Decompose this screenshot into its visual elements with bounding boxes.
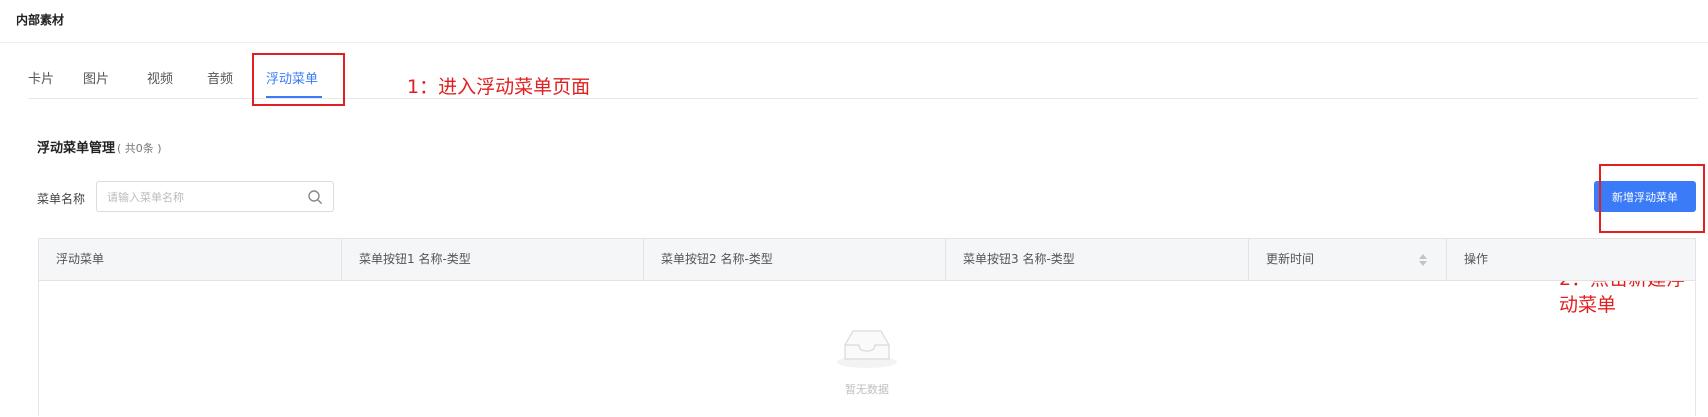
page-title: 内部素材 bbox=[16, 13, 65, 27]
section-title: 浮动菜单管理( 共0条 ) bbox=[37, 137, 162, 156]
column-button3: 菜单按钮3 名称-类型 bbox=[946, 239, 1249, 280]
tab-image[interactable]: 图片 bbox=[83, 68, 109, 87]
tab-video[interactable]: 视频 bbox=[147, 68, 173, 87]
sort-icon[interactable] bbox=[1418, 252, 1428, 268]
empty-text: 暂无数据 bbox=[845, 383, 889, 396]
table-header: 浮动菜单 菜单按钮1 名称-类型 菜单按钮2 名称-类型 菜单按钮3 名称-类型… bbox=[39, 239, 1695, 281]
section-title-text: 浮动菜单管理 bbox=[37, 141, 116, 156]
empty-inbox-icon bbox=[837, 330, 897, 368]
menu-name-label: 菜单名称 bbox=[37, 192, 86, 206]
column-floating-menu: 浮动菜单 bbox=[39, 239, 342, 280]
menu-name-input[interactable] bbox=[107, 187, 297, 207]
empty-state: 暂无数据 bbox=[39, 281, 1695, 417]
page-header: 内部素材 bbox=[0, 0, 1708, 43]
annotation-box-add-button bbox=[1599, 164, 1705, 233]
tab-audio[interactable]: 音频 bbox=[207, 68, 233, 87]
tab-card[interactable]: 卡片 bbox=[28, 68, 54, 87]
annotation-step1: 1：进入浮动菜单页面 bbox=[407, 76, 591, 98]
column-button2: 菜单按钮2 名称-类型 bbox=[644, 239, 946, 280]
column-update-time[interactable]: 更新时间 bbox=[1249, 239, 1447, 280]
floating-menu-table: 浮动菜单 菜单按钮1 名称-类型 菜单按钮2 名称-类型 菜单按钮3 名称-类型… bbox=[38, 238, 1696, 416]
annotation-box-tab bbox=[252, 53, 345, 106]
search-box bbox=[96, 181, 334, 212]
search-icon[interactable] bbox=[307, 189, 323, 205]
column-update-time-label: 更新时间 bbox=[1266, 252, 1315, 266]
record-count: ( 共0条 ) bbox=[117, 142, 162, 155]
column-button1: 菜单按钮1 名称-类型 bbox=[342, 239, 644, 280]
column-actions: 操作 bbox=[1464, 252, 1489, 266]
